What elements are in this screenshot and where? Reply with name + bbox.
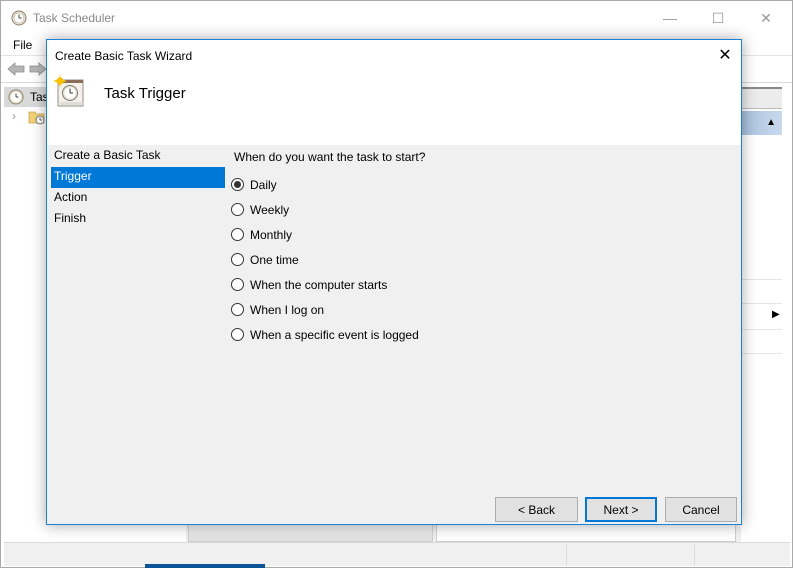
next-button[interactable]: Next > [585,497,657,522]
back-button[interactable]: < Back [495,497,578,522]
option-computer-starts[interactable]: When the computer starts [231,272,419,297]
dialog-title: Create Basic Task Wizard [55,49,193,63]
divider [742,329,782,330]
option-weekly[interactable]: Weekly [231,197,419,222]
option-log-on[interactable]: When I log on [231,297,419,322]
radio-monthly[interactable] [231,228,244,241]
submenu-arrow-icon[interactable]: ▶ [772,309,780,320]
maximize-button[interactable]: ☐ [695,1,741,35]
option-label: When a specific event is logged [250,327,419,342]
status-separator [694,545,695,565]
minimize-icon: — [663,10,677,26]
close-icon: ✕ [718,47,732,64]
radio-weekly[interactable] [231,203,244,216]
actions-section-header[interactable]: ▲ [742,111,782,135]
collapse-up-icon[interactable]: ▲ [766,117,776,128]
minimize-button[interactable]: — [647,1,693,35]
menu-file[interactable]: File [13,38,32,52]
folder-clock-icon [28,111,45,125]
option-label: Monthly [250,227,293,242]
wizard-page-heading: Task Trigger [104,85,186,102]
chevron-right-icon[interactable]: › [12,109,16,123]
option-label: Daily [250,177,277,192]
task-trigger-icon [53,74,84,107]
dialog-header: Create Basic Task Wizard ✕ Task Trigger [47,40,741,145]
option-label: Weekly [250,202,290,217]
radio-event-logged[interactable] [231,328,244,341]
create-basic-task-wizard: Create Basic Task Wizard ✕ Task Trigger … [46,39,742,525]
divider [742,353,782,354]
step-trigger[interactable]: Trigger [51,167,225,188]
taskbar-active-indicator [145,564,265,568]
option-monthly[interactable]: Monthly [231,222,419,247]
title-bar: Task Scheduler — ☐ ✕ [1,1,792,35]
maximize-icon: ☐ [711,9,725,26]
wizard-steps: Create a Basic Task Trigger Action Finis… [51,146,225,230]
radio-one-time[interactable] [231,253,244,266]
option-label: When the computer starts [250,277,388,292]
option-label: One time [250,252,299,267]
option-label: When I log on [250,302,325,317]
divider [742,303,782,304]
forward-arrow-icon[interactable] [29,61,47,77]
option-daily[interactable]: Daily [231,172,419,197]
actions-pane: ▲ ▶ [742,85,790,517]
step-create-basic-task[interactable]: Create a Basic Task [51,146,225,167]
app-title: Task Scheduler [33,11,116,25]
close-icon: ✕ [760,9,772,26]
radio-log-on[interactable] [231,303,244,316]
trigger-options: Daily Weekly Monthly One time When the c… [231,172,419,347]
divider [742,279,782,280]
radio-daily[interactable] [231,178,244,191]
option-one-time[interactable]: One time [231,247,419,272]
clock-icon [11,10,27,26]
dialog-close-button[interactable]: ✕ [713,44,737,66]
cancel-button[interactable]: Cancel [665,497,737,522]
status-bar [4,542,790,566]
trigger-question: When do you want the task to start? [234,150,426,164]
option-event-logged[interactable]: When a specific event is logged [231,322,419,347]
actions-header [742,87,782,109]
step-finish[interactable]: Finish [51,209,225,230]
radio-computer-starts[interactable] [231,278,244,291]
status-separator [566,545,567,565]
close-button[interactable]: ✕ [743,1,789,35]
back-arrow-icon[interactable] [7,61,25,77]
clock-icon [8,89,24,105]
step-action[interactable]: Action [51,188,225,209]
